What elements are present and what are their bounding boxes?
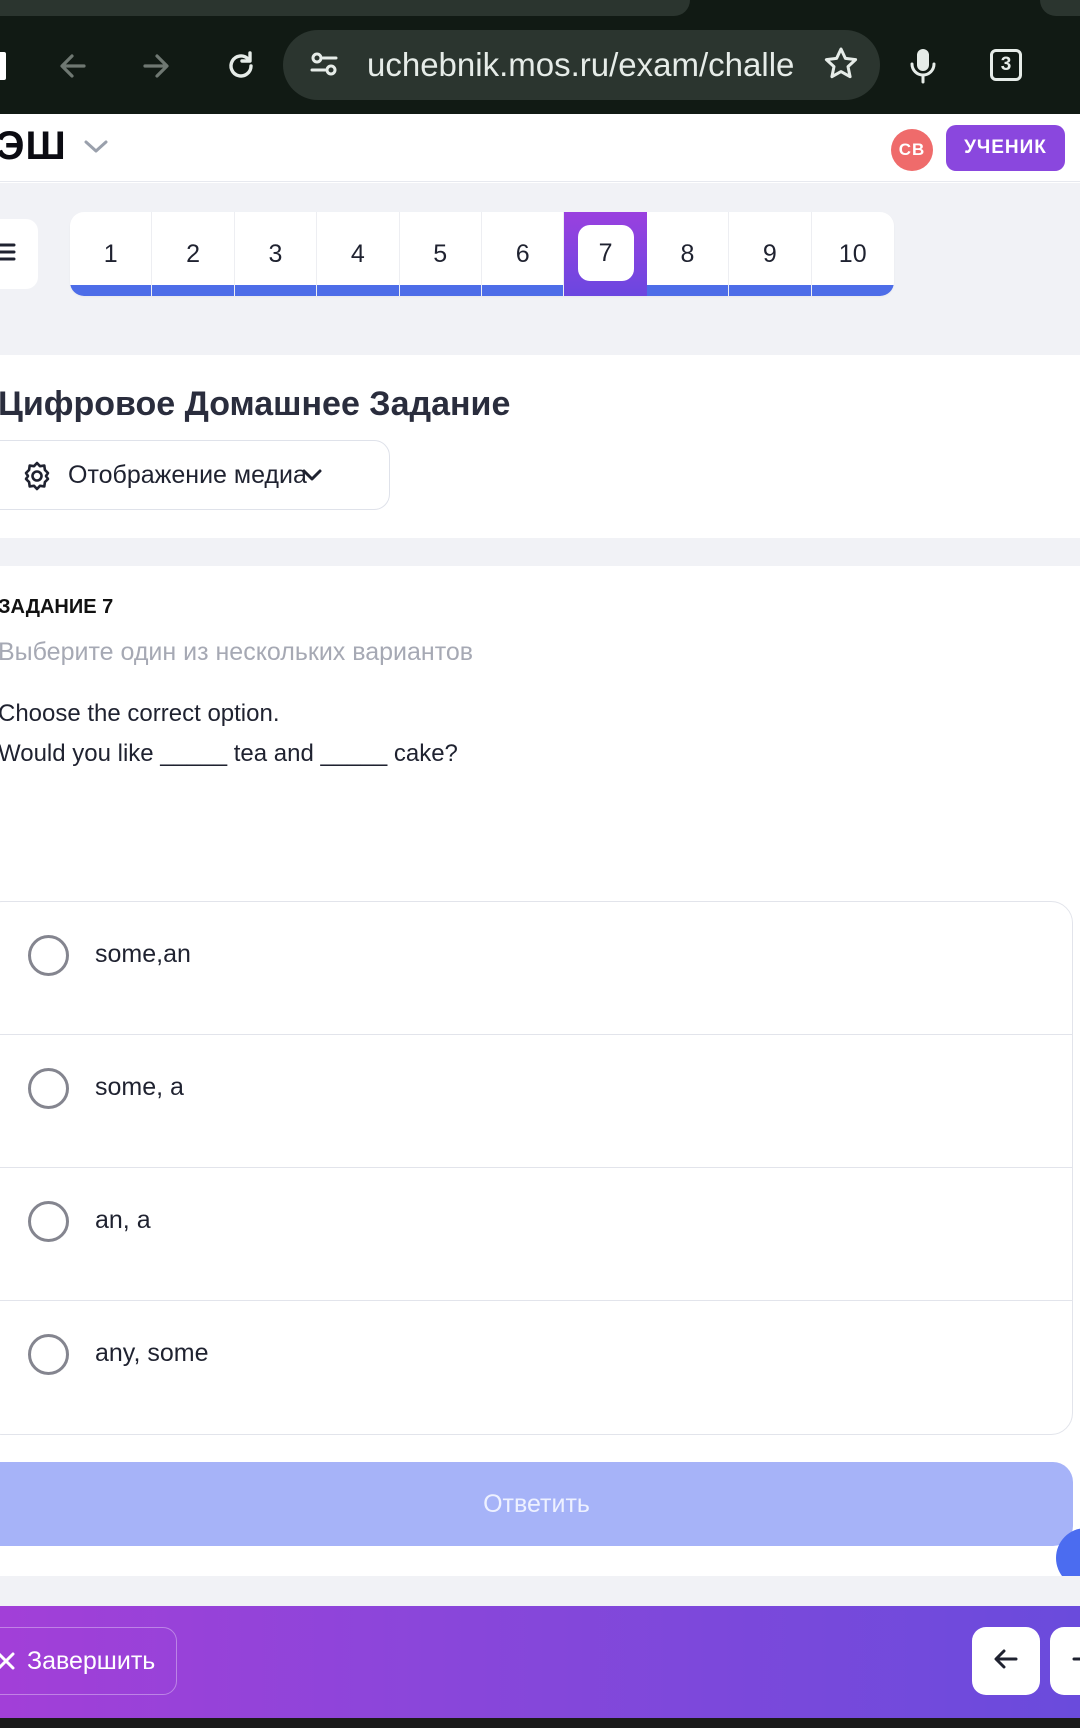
- question-nav-item-active[interactable]: 7: [564, 212, 647, 296]
- task-hint: Выберите один из нескольких вариантов: [0, 638, 474, 666]
- question-nav-item[interactable]: 4: [317, 212, 400, 296]
- question-nav-item[interactable]: 2: [152, 212, 235, 296]
- option-label: some,an: [95, 940, 191, 968]
- progress-indicator: [481, 285, 564, 296]
- radio-button[interactable]: [28, 1068, 69, 1109]
- question-nav: 1 2 3 4 5 6 7 8 9 10: [70, 212, 894, 296]
- chevron-down-icon[interactable]: [82, 136, 110, 161]
- progress-indicator: [152, 285, 234, 296]
- address-bar[interactable]: uchebnik.mos.ru/exam/challe: [283, 30, 880, 100]
- browser-toolbar: uchebnik.mos.ru/exam/challe 3: [0, 18, 1080, 114]
- finish-button[interactable]: Завершить: [0, 1627, 177, 1695]
- option-label: an, a: [95, 1206, 151, 1234]
- close-icon: [0, 1650, 17, 1677]
- page-title: Цифровое Домашнее Задание: [0, 385, 511, 423]
- back-arrow-icon[interactable]: [47, 40, 99, 92]
- active-question-number: 7: [577, 225, 634, 281]
- submit-answer-button[interactable]: Ответить: [0, 1462, 1073, 1546]
- progress-indicator: [729, 285, 811, 296]
- question-nav-item[interactable]: 9: [729, 212, 812, 296]
- menu-icon: [0, 242, 16, 267]
- previous-question-button[interactable]: [972, 1627, 1040, 1695]
- progress-indicator: [399, 285, 481, 296]
- answer-option[interactable]: any, some: [0, 1301, 1072, 1434]
- finish-label: Завершить: [27, 1647, 156, 1675]
- progress-indicator: [70, 285, 152, 296]
- browser-tab[interactable]: [1040, 0, 1080, 16]
- url-text[interactable]: uchebnik.mos.ru/exam/challe: [367, 30, 794, 100]
- progress-indicator: [234, 285, 317, 296]
- arrow-left-icon: [992, 1645, 1020, 1678]
- tab-count-badge[interactable]: 3: [990, 49, 1022, 81]
- arrow-right-icon: [1070, 1645, 1080, 1678]
- task-card: ЗАДАНИЕ 7 Выберите один из нескольких ва…: [0, 566, 1080, 1576]
- media-dropdown-label: Отображение медиа: [68, 461, 307, 489]
- next-question-button[interactable]: [1050, 1627, 1080, 1695]
- reload-icon[interactable]: [215, 40, 267, 92]
- progress-indicator: [317, 285, 399, 296]
- bottom-bar: Завершить: [0, 1606, 1080, 1718]
- site-settings-icon[interactable]: [307, 47, 341, 81]
- task-instruction: Choose the correct option.: [0, 700, 280, 727]
- section-divider: [0, 1576, 1080, 1606]
- home-icon[interactable]: [0, 52, 6, 80]
- question-nav-item[interactable]: 8: [646, 212, 730, 296]
- section-divider: [0, 538, 1080, 566]
- forward-arrow-icon[interactable]: [130, 40, 182, 92]
- chevron-down-icon: [299, 463, 325, 492]
- answer-option[interactable]: some, a: [0, 1035, 1072, 1168]
- system-nav-strip: [0, 1718, 1080, 1728]
- answer-option[interactable]: some,an: [0, 902, 1072, 1035]
- question-nav-band: 1 2 3 4 5 6 7 8 9 10: [0, 183, 1080, 355]
- avatar[interactable]: СВ: [891, 129, 933, 171]
- option-label: some, a: [95, 1073, 184, 1101]
- progress-indicator: [811, 285, 894, 296]
- answer-options: some,an some, a an, a any, some: [0, 901, 1073, 1435]
- app-header: ЭШ СВ УЧЕНИК: [0, 114, 1080, 182]
- question-nav-item[interactable]: 5: [399, 212, 482, 296]
- option-label: any, some: [95, 1339, 209, 1367]
- question-nav-item[interactable]: 6: [481, 212, 565, 296]
- question-nav-item[interactable]: 3: [234, 212, 318, 296]
- radio-button[interactable]: [28, 935, 69, 976]
- progress-indicator: [646, 285, 729, 296]
- star-icon[interactable]: [822, 45, 860, 83]
- media-display-dropdown[interactable]: Отображение медиа: [0, 440, 390, 510]
- answer-option[interactable]: an, a: [0, 1168, 1072, 1301]
- radio-button[interactable]: [28, 1334, 69, 1375]
- browser-tab-strip: [0, 0, 1080, 18]
- microphone-icon[interactable]: [897, 40, 949, 92]
- title-section: Цифровое Домашнее Задание Отображение ме…: [0, 355, 1080, 538]
- app-logo[interactable]: ЭШ: [0, 124, 67, 169]
- task-number: ЗАДАНИЕ 7: [0, 596, 114, 618]
- browser-tab[interactable]: [0, 0, 690, 16]
- question-nav-item[interactable]: 10: [811, 212, 894, 296]
- gear-icon: [21, 460, 53, 497]
- task-question: Would you like _____ tea and _____ cake?: [0, 740, 458, 767]
- role-badge[interactable]: УЧЕНИК: [946, 125, 1065, 171]
- menu-button[interactable]: [0, 219, 38, 289]
- radio-button[interactable]: [28, 1201, 69, 1242]
- question-nav-item[interactable]: 1: [70, 212, 153, 296]
